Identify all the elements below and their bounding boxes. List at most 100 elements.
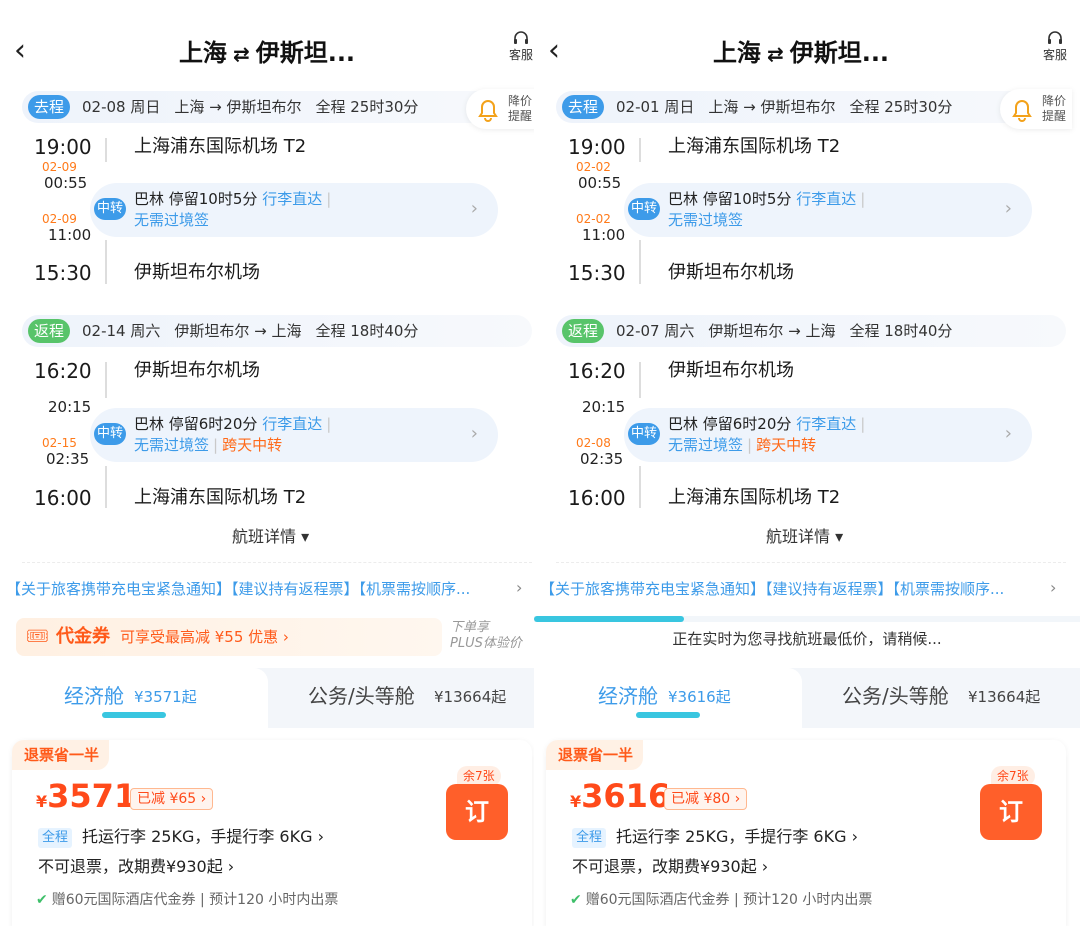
return-transfer-card[interactable]: 中转 巴林 停留6时20分 行李直达 | 无需过境签 | 跨天中转 › bbox=[90, 408, 498, 462]
outbound-stop-dep-date: 02-02 bbox=[576, 212, 611, 226]
economy-price: ¥3616起 bbox=[668, 688, 731, 706]
return-arr-airport: 上海浦东国际机场 T2 bbox=[668, 487, 841, 508]
transfer-city-stay: 巴林 停留6时20分 bbox=[134, 415, 258, 433]
customer-service-button[interactable]: 客服 bbox=[1040, 30, 1070, 62]
gift-text: 赠60元国际酒店代金券 | 预计120 小时内出票 bbox=[585, 892, 873, 908]
flight-panel: ‹ 上海 ⇄ 伊斯坦... 客服 去程 02-08 周日 上海 → 伊斯坦布尔 全程 2… bbox=[0, 0, 534, 926]
baggage-allowance[interactable]: 托运行李 25KG，手提行李 6KG › bbox=[616, 826, 858, 848]
back-arrow-icon[interactable]: ‹ bbox=[548, 36, 574, 70]
economy-label: 经济舱 bbox=[64, 684, 124, 708]
return-stop-arr: 20:15 bbox=[48, 398, 92, 416]
outbound-summary: 去程 02-08 周日 上海 → 伊斯坦布尔 全程 25时30分 bbox=[22, 91, 532, 123]
baggage-through: 行李直达 bbox=[262, 415, 323, 433]
price-alert-button[interactable]: 降价 提醒 bbox=[466, 89, 534, 129]
outbound-date: 02-08 周日 bbox=[82, 98, 161, 116]
currency-symbol: ¥ bbox=[570, 792, 582, 811]
outbound-arr-airport: 伊斯坦布尔机场 bbox=[134, 262, 260, 283]
book-button[interactable]: 订 bbox=[446, 784, 508, 840]
swap-arrows-icon[interactable]: ⇄ bbox=[233, 37, 250, 71]
customer-service-button[interactable]: 客服 bbox=[506, 30, 534, 62]
return-summary: 返程 02-07 周六 伊斯坦布尔 → 上海 全程 18时40分 bbox=[556, 315, 1066, 347]
price-alert-button[interactable]: 降价 提醒 bbox=[1000, 89, 1072, 129]
cross-day-transfer: 跨天中转 bbox=[222, 436, 283, 454]
notice-banner[interactable]: 【关于旅客携带充电宝紧急通知】【建议持有返程票】【机票需按顺序... bbox=[540, 578, 1050, 600]
price-alert-label: 降价 提醒 bbox=[508, 94, 533, 123]
return-tag: 返程 bbox=[562, 319, 605, 343]
bell-icon bbox=[1012, 100, 1032, 122]
coupon-icon: 🎟 bbox=[26, 626, 49, 647]
outbound-arr-time: 15:30 bbox=[568, 261, 626, 285]
flight-details-toggle[interactable]: 航班详情 ▾ bbox=[766, 526, 843, 548]
baggage-allowance[interactable]: 托运行李 25KG，手提行李 6KG › bbox=[82, 826, 324, 848]
business-label: 公务/头等舱 bbox=[842, 684, 949, 708]
coupon-name: 代金券 bbox=[56, 626, 110, 647]
transfer-city-stay: 巴林 停留10时5分 bbox=[668, 190, 792, 208]
transfer-city-stay: 巴林 停留6时20分 bbox=[668, 415, 792, 433]
service-label: 客服 bbox=[1042, 48, 1067, 62]
return-stop-dep-date: 02-08 bbox=[576, 436, 611, 450]
refund-rule[interactable]: 不可退票，改期费¥930起 › bbox=[572, 856, 768, 878]
title-to: 伊斯坦... bbox=[255, 39, 356, 67]
offer-price: ¥3571 bbox=[36, 778, 136, 814]
return-stop-dep-date: 02-15 bbox=[42, 436, 77, 450]
outbound-stop-dep: 11:00 bbox=[48, 226, 92, 244]
loading-bar bbox=[534, 616, 1080, 622]
swap-arrows-icon[interactable]: ⇄ bbox=[767, 37, 784, 71]
outbound-dep-airport: 上海浦东国际机场 T2 bbox=[134, 136, 307, 157]
no-visa: 无需过境签 bbox=[134, 436, 210, 454]
title-to: 伊斯坦... bbox=[789, 39, 890, 67]
outbound-duration: 全程 25时30分 bbox=[315, 98, 419, 116]
return-summary: 返程 02-14 周六 伊斯坦布尔 → 上海 全程 18时40分 bbox=[22, 315, 532, 347]
outbound-stop-arr: 00:55 bbox=[44, 174, 88, 192]
tab-business[interactable]: 公务/头等舱 ¥13664起 bbox=[802, 668, 1080, 728]
outbound-stop-arr-date: 02-02 bbox=[576, 160, 611, 174]
tab-economy[interactable]: 经济舱 ¥3571起 bbox=[0, 668, 268, 728]
gift-note: ✔ 赠60元国际酒店代金券 | 预计120 小时内出票 bbox=[36, 890, 338, 910]
business-label: 公务/头等舱 bbox=[308, 684, 415, 708]
return-transfer-card[interactable]: 中转 巴林 停留6时20分 行李直达 | 无需过境签 | 跨天中转 › bbox=[624, 408, 1032, 462]
refund-rule[interactable]: 不可退票，改期费¥930起 › bbox=[38, 856, 234, 878]
return-duration: 全程 18时40分 bbox=[315, 322, 419, 340]
return-tag: 返程 bbox=[28, 319, 71, 343]
full-trip-tag: 全程 bbox=[572, 828, 607, 848]
discount-badge[interactable]: 已减 ¥65 › bbox=[130, 788, 214, 810]
seats-left-badge: 余7张 bbox=[991, 766, 1035, 786]
tab-economy[interactable]: 经济舱 ¥3616起 bbox=[534, 668, 802, 728]
outbound-dep-time: 19:00 bbox=[568, 135, 626, 159]
loading-text: 正在实时为您寻找航班最低价，请稍候... bbox=[672, 630, 942, 648]
coupon-desc: 可享受最高减 ¥55 优惠 › bbox=[120, 628, 289, 646]
tab-underline bbox=[102, 712, 166, 718]
tab-underline bbox=[636, 712, 700, 718]
return-duration: 全程 18时40分 bbox=[849, 322, 953, 340]
return-dep-airport: 伊斯坦布尔机场 bbox=[668, 360, 794, 381]
outbound-arr-airport: 伊斯坦布尔机场 bbox=[668, 262, 794, 283]
book-button[interactable]: 订 bbox=[980, 784, 1042, 840]
headset-icon bbox=[1048, 31, 1062, 44]
outbound-transfer-card[interactable]: 中转 巴林 停留10时5分 行李直达 | 无需过境签 › bbox=[90, 183, 498, 237]
baggage-through: 行李直达 bbox=[796, 415, 857, 433]
outbound-transfer-card[interactable]: 中转 巴林 停留10时5分 行李直达 | 无需过境签 › bbox=[624, 183, 1032, 237]
chevron-right-icon[interactable]: › bbox=[1050, 578, 1056, 597]
tab-business[interactable]: 公务/头等舱 ¥13664起 bbox=[268, 668, 534, 728]
seats-left-badge: 余7张 bbox=[457, 766, 501, 786]
discount-badge[interactable]: 已减 ¥80 › bbox=[664, 788, 748, 810]
check-icon: ✔ bbox=[570, 892, 582, 908]
check-icon: ✔ bbox=[36, 892, 48, 908]
return-date: 02-14 周六 bbox=[82, 322, 161, 340]
business-price: ¥13664起 bbox=[434, 688, 507, 706]
outbound-stop-dep-date: 02-09 bbox=[42, 212, 77, 226]
return-arr-airport: 上海浦东国际机场 T2 bbox=[134, 487, 307, 508]
chevron-right-icon: › bbox=[1004, 198, 1012, 219]
outbound-stop-arr-date: 02-09 bbox=[42, 160, 77, 174]
page-title: 上海 ⇄ 伊斯坦... bbox=[624, 36, 978, 71]
coupon-banner[interactable]: 🎟 代金券 可享受最高减 ¥55 优惠 › bbox=[16, 618, 442, 656]
chevron-right-icon: › bbox=[470, 198, 478, 219]
half-refund-badge: 退票省一半 bbox=[12, 740, 110, 770]
back-arrow-icon[interactable]: ‹ bbox=[14, 36, 40, 70]
outbound-summary: 去程 02-01 周日 上海 → 伊斯坦布尔 全程 25时30分 bbox=[556, 91, 1066, 123]
gift-note: ✔ 赠60元国际酒店代金券 | 预计120 小时内出票 bbox=[570, 890, 872, 910]
chevron-right-icon[interactable]: › bbox=[516, 578, 522, 597]
notice-banner[interactable]: 【关于旅客携带充电宝紧急通知】【建议持有返程票】【机票需按顺序... bbox=[6, 578, 516, 600]
service-label: 客服 bbox=[508, 48, 533, 62]
flight-details-toggle[interactable]: 航班详情 ▾ bbox=[232, 526, 309, 548]
